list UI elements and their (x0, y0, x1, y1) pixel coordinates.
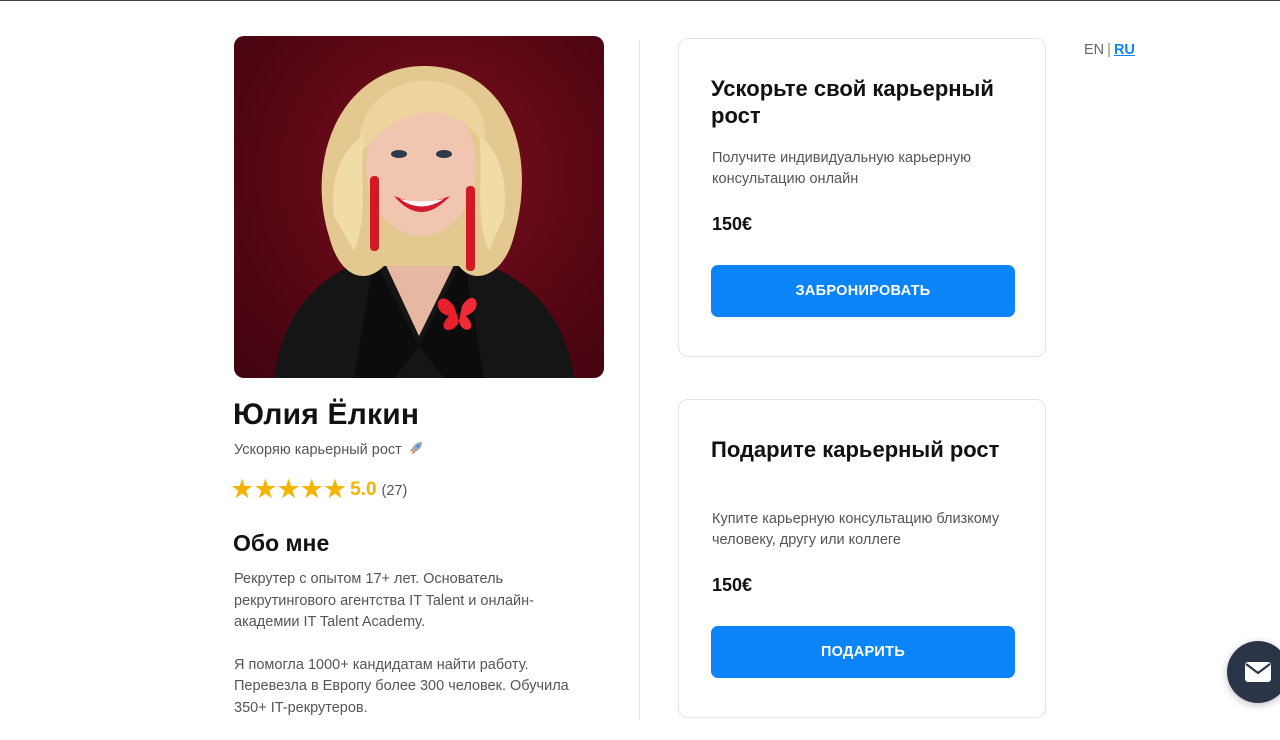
profile-photo (234, 36, 604, 378)
gift-card: Подарите карьерный рост Купите карьерную… (678, 399, 1046, 718)
card-price: 150€ (712, 214, 753, 234)
card-price: 150€ (712, 575, 753, 595)
column-divider (639, 40, 640, 720)
star-icon: ★ (253, 474, 278, 505)
rating-count: (27) (381, 483, 408, 499)
consultation-card: Ускорьте свой карьерный рост Получите ин… (678, 38, 1046, 357)
lang-option-en[interactable]: EN (1084, 42, 1104, 58)
card-title: Ускорьте свой карьерный рост (711, 76, 994, 128)
rating-value: 5.0 (350, 479, 377, 500)
card-description: Купите карьерную консультацию близкому ч… (712, 511, 1000, 548)
about-paragraph: Я помогла 1000+ кандидатам найти работу.… (234, 656, 569, 716)
star-icon: ★ (276, 474, 301, 505)
card-title: Подарите карьерный рост (711, 437, 1000, 462)
card-description: Получите индивидуальную карьерную консул… (712, 150, 971, 187)
about-text: Рекрутер с опытом 17+ лет. Основатель ре… (234, 569, 584, 740)
lang-separator: | (1107, 42, 1111, 58)
about-paragraph: Рекрутер с опытом 17+ лет. Основатель ре… (234, 571, 534, 630)
book-button[interactable]: ЗАБРОНИРОВАТЬ (711, 265, 1015, 317)
lang-option-ru[interactable]: RU (1114, 42, 1135, 58)
contact-chat-button[interactable] (1227, 641, 1280, 703)
star-icon: ★ (230, 474, 255, 505)
about-title: Обо мне (233, 530, 330, 556)
mail-icon (1245, 662, 1271, 682)
language-switch: EN | RU (1084, 40, 1135, 60)
rating: ★ ★ ★ ★ ★ 5.0 (27) (230, 476, 407, 504)
star-icon: ★ (322, 474, 348, 505)
tagline-text: Ускоряю карьерный рост (234, 442, 402, 458)
profile-name: Юлия Ёлкин (233, 398, 420, 431)
rocket-icon (408, 440, 424, 456)
top-border (0, 0, 1280, 1)
gift-button[interactable]: ПОДАРИТЬ (711, 626, 1015, 678)
profile-tagline: Ускоряю карьерный рост (234, 440, 424, 460)
star-icon: ★ (299, 474, 324, 505)
